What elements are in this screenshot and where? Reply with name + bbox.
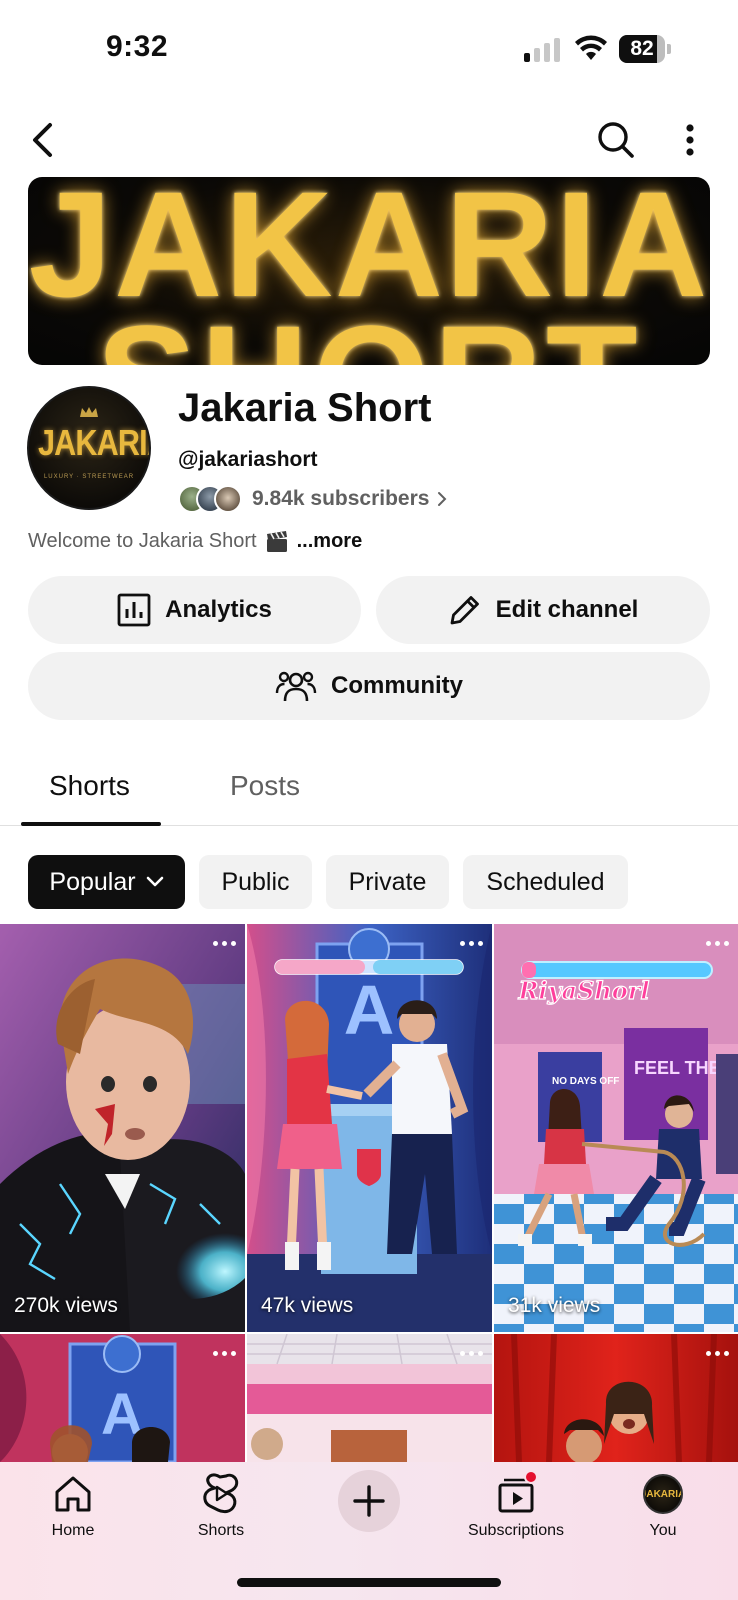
short-thumbnail-image: A — [247, 924, 492, 1332]
short-thumbnail[interactable]: 270k views — [0, 924, 245, 1332]
analytics-button[interactable]: Analytics — [28, 576, 361, 644]
short-view-count: 47k views — [261, 1294, 354, 1317]
nav-subscriptions-label: Subscriptions — [467, 1522, 565, 1539]
short-view-count: 270k views — [14, 1294, 118, 1317]
nav-you[interactable]: JAKARIA You — [603, 1470, 723, 1540]
short-more-options-icon[interactable] — [213, 934, 237, 954]
nav-home-label: Home — [51, 1522, 95, 1539]
short-thumbnail[interactable]: A — [0, 1334, 245, 1462]
nav-you-label: You — [649, 1522, 677, 1539]
short-more-options-icon[interactable] — [460, 934, 484, 954]
description-more-link[interactable]: ...more — [297, 530, 363, 553]
chip-public[interactable]: Public — [199, 855, 312, 909]
poster-text-left: NO DAYS OFF — [552, 1076, 619, 1087]
you-avatar-text: JAKARIA — [645, 1488, 683, 1500]
nav-shorts-label: Shorts — [197, 1522, 245, 1539]
edit-channel-button[interactable]: Edit channel — [376, 576, 710, 644]
plus-icon — [353, 1485, 385, 1517]
clapper-board-icon — [266, 530, 287, 552]
battery-indicator: 82 — [619, 35, 671, 63]
channel-handle: @jakariashort — [178, 448, 318, 471]
status-bar: 9:32 82 — [0, 0, 738, 100]
back-icon — [33, 123, 52, 157]
subscriber-count: 9.84k subscribers — [252, 487, 430, 510]
short-thumbnail[interactable] — [494, 1334, 738, 1462]
chip-popular-label: Popular — [49, 867, 136, 896]
cellular-signal-icon — [524, 38, 562, 62]
edit-channel-label: Edit channel — [495, 596, 639, 623]
channel-tabs: Shorts Posts — [0, 756, 738, 826]
battery-percent: 82 — [630, 37, 654, 60]
crown-icon — [80, 407, 98, 417]
nav-subscriptions[interactable]: Subscriptions — [456, 1470, 576, 1540]
short-thumbnail-image — [494, 1334, 738, 1462]
chevron-right-icon — [438, 492, 447, 506]
svg-text:A: A — [344, 971, 395, 1049]
channel-banner[interactable]: JAKARIA SHORT — [28, 177, 710, 365]
shorts-icon — [203, 1473, 239, 1514]
short-more-options-icon[interactable] — [706, 934, 730, 954]
avatar-logo-text: JAKARIA — [38, 422, 149, 463]
channel-name: Jakaria Short — [178, 386, 432, 430]
avatar-logo-subtext: LUXURY · STREETWEAR — [43, 474, 135, 480]
short-more-options-icon[interactable] — [213, 1344, 237, 1364]
tab-shorts[interactable]: Shorts — [49, 770, 130, 802]
search-icon — [598, 122, 634, 158]
short-thumbnail-image — [0, 924, 245, 1332]
short-thumbnail[interactable]: RiyaShorl NO DAYS OFF FEEL THE 31k views — [494, 924, 738, 1332]
wifi-icon — [575, 35, 607, 60]
home-indicator — [237, 1578, 501, 1587]
nav-shorts[interactable]: Shorts — [161, 1470, 281, 1540]
channel-description[interactable]: Welcome to Jakaria Short ...more — [28, 530, 362, 553]
short-view-count: 31k views — [508, 1294, 601, 1317]
tab-posts[interactable]: Posts — [230, 770, 300, 802]
community-button[interactable]: Community — [28, 652, 710, 720]
nav-home[interactable]: Home — [13, 1470, 133, 1540]
short-thumbnail[interactable]: A 47k views — [247, 924, 492, 1332]
poster-text-right: FEEL THE — [634, 1058, 721, 1078]
community-label: Community — [331, 672, 463, 699]
chip-popular-sort[interactable]: Popular — [28, 855, 185, 909]
search-button[interactable] — [592, 116, 640, 164]
active-tab-indicator — [21, 822, 161, 826]
banner-subtitle: SHORT — [28, 303, 710, 365]
subscriber-avatar — [214, 485, 242, 513]
short-thumbnail-image — [247, 1334, 492, 1462]
short-thumbnail-image: A — [0, 1334, 245, 1462]
more-options-button[interactable] — [670, 116, 710, 164]
analytics-label: Analytics — [165, 596, 272, 623]
you-avatar: JAKARIA — [643, 1474, 683, 1514]
chevron-down-icon — [146, 876, 163, 887]
create-button[interactable] — [338, 1470, 400, 1532]
status-time: 9:32 — [106, 30, 169, 63]
thumbnail-logo-text: RiyaShorl — [517, 976, 649, 1005]
description-text: Welcome to Jakaria Short — [28, 530, 257, 552]
notification-dot — [524, 1470, 538, 1484]
short-thumbnail-image: RiyaShorl NO DAYS OFF FEEL THE — [494, 924, 738, 1332]
chip-private[interactable]: Private — [326, 855, 449, 909]
analytics-icon — [117, 593, 151, 627]
short-more-options-icon[interactable] — [706, 1344, 730, 1364]
chip-scheduled[interactable]: Scheduled — [463, 855, 628, 909]
short-more-options-icon[interactable] — [460, 1344, 484, 1364]
community-icon — [275, 671, 317, 702]
back-button[interactable] — [22, 116, 62, 164]
subscribers-link[interactable]: 9.84k subscribers — [178, 484, 447, 514]
more-vert-icon — [686, 124, 694, 156]
channel-avatar[interactable]: JAKARIA LUXURY · STREETWEAR — [27, 386, 151, 510]
pencil-icon — [450, 596, 479, 625]
home-icon — [55, 1476, 91, 1512]
short-thumbnail[interactable] — [247, 1334, 492, 1462]
